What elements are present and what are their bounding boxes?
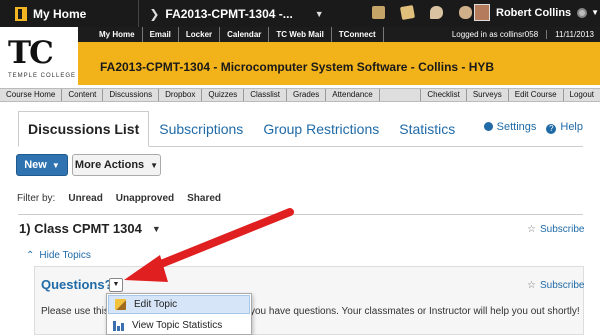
menu-item-edit-topic[interactable]: Edit Topic	[108, 295, 250, 314]
coursebar-item-quizzes[interactable]: Quizzes	[202, 89, 245, 101]
course-title: FA2013-CPMT-1304 - Microcomputer System …	[100, 60, 495, 74]
gear-icon	[483, 122, 493, 131]
course-navbar: Course Home Content Discussions Dropbox …	[0, 88, 600, 102]
chevron-down-icon: ▼	[51, 160, 60, 170]
more-actions-label: More Actions	[74, 159, 145, 171]
coursebar-item-course-home[interactable]: Course Home	[0, 89, 63, 101]
filter-shared[interactable]: Shared	[187, 193, 221, 204]
arrow-shaft	[142, 208, 294, 274]
tab-discussions-list[interactable]: Discussions List	[18, 111, 150, 147]
update-alerts-icon[interactable]	[399, 4, 416, 21]
nav-link-email[interactable]: Email	[143, 27, 179, 42]
forum-header: 1) Class CPMT 1304 ▼	[19, 221, 161, 236]
menu-item-label: View Topic Statistics	[132, 319, 223, 331]
filter-unread[interactable]: Unread	[68, 193, 102, 204]
topic-context-menu-button[interactable]: ▼	[109, 278, 123, 292]
forum-subscribe-label: Subscribe	[539, 224, 585, 235]
chevron-down-icon: ▼	[150, 160, 159, 170]
custom-navbar: My Home Email Locker Calendar TC Web Mai…	[78, 27, 600, 42]
topic-description-start: Please use this f	[41, 306, 115, 317]
filter-unapproved[interactable]: Unapproved	[116, 193, 174, 204]
forum-title[interactable]: 1) Class CPMT 1304	[19, 221, 142, 236]
new-button-label: New	[24, 159, 47, 171]
forum-subscribe-link[interactable]: ☆ Subscribe	[527, 224, 584, 235]
coursebar-item-attendance[interactable]: Attendance	[326, 89, 380, 101]
chat-icon[interactable]	[459, 6, 472, 19]
discussion-tabs: Discussions List Subscriptions Group Res…	[18, 111, 583, 147]
current-date: 11/11/2013	[546, 30, 600, 39]
coursebar-item-edit-course[interactable]: Edit Course	[509, 89, 564, 101]
avatar	[474, 4, 490, 21]
tab-group-restrictions[interactable]: Group Restrictions	[253, 111, 389, 146]
coursebar-item-grades[interactable]: Grades	[287, 89, 327, 101]
coursebar-item-discussions[interactable]: Discussions	[103, 89, 160, 101]
nav-link-tc-web-mail[interactable]: TC Web Mail	[269, 27, 332, 42]
gear-icon	[577, 7, 588, 18]
section-divider	[18, 214, 583, 215]
nav-link-locker[interactable]: Locker	[179, 27, 221, 42]
topic-subscribe-link[interactable]: ☆ Subscribe	[527, 280, 584, 291]
topic-context-menu: Edit Topic View Topic Statistics	[106, 293, 252, 335]
coursebar-item-checklist[interactable]: Checklist	[421, 89, 467, 101]
user-menu[interactable]: Robert Collins ▼	[474, 4, 599, 21]
star-icon: ☆	[527, 224, 536, 235]
nav-link-tconnect[interactable]: TConnect	[332, 27, 384, 42]
hide-topics-label: Hide Topics	[39, 250, 91, 261]
minibar: My Home ❯ FA2013-CPMT-1304 -... ▼ Robert…	[0, 0, 600, 27]
help-label: Help	[560, 121, 583, 133]
message-alerts-icon[interactable]	[372, 6, 385, 19]
coursebar-item-content[interactable]: Content	[62, 89, 104, 101]
chevron-up-icon: ⌃	[26, 250, 35, 261]
new-button[interactable]: New ▼	[16, 154, 68, 176]
coursebar-item-surveys[interactable]: Surveys	[467, 89, 509, 101]
course-selector[interactable]: FA2013-CPMT-1304 -...	[165, 7, 292, 21]
course-banner: TC TEMPLE COLLEGE My Home Email Locker C…	[0, 27, 600, 85]
topic-title[interactable]: Questions?	[41, 277, 113, 292]
settings-label: Settings	[496, 121, 537, 133]
coursebar-item-logout[interactable]: Logout	[564, 89, 600, 101]
bar-chart-icon	[113, 320, 124, 331]
filter-label: Filter by:	[17, 193, 56, 204]
logged-in-status: Logged in as collinsr058	[451, 30, 539, 39]
minibar-alerts	[372, 4, 472, 21]
help-link[interactable]: ? Help	[546, 121, 583, 134]
subscription-alerts-icon[interactable]	[430, 6, 443, 19]
my-home-link[interactable]: My Home	[33, 7, 86, 21]
college-logo: TC TEMPLE COLLEGE	[0, 27, 78, 85]
coursebar-item-dropbox[interactable]: Dropbox	[159, 89, 203, 101]
tab-statistics[interactable]: Statistics	[389, 111, 465, 146]
chevron-right-icon: ❯	[149, 6, 160, 21]
nav-link-calendar[interactable]: Calendar	[220, 27, 270, 42]
menu-item-view-topic-statistics[interactable]: View Topic Statistics	[107, 315, 251, 335]
topic-subscribe-label: Subscribe	[539, 280, 585, 291]
menu-item-label: Edit Topic	[134, 299, 178, 310]
more-actions-button[interactable]: More Actions ▼	[72, 154, 161, 176]
chevron-down-icon[interactable]: ▼	[315, 9, 324, 19]
logo-subtitle: TEMPLE COLLEGE	[8, 73, 77, 79]
coursebar-spacer	[380, 89, 422, 101]
tab-tools: Settings ? Help	[483, 121, 583, 134]
chevron-down-icon: ▼	[591, 8, 600, 17]
tab-subscriptions[interactable]: Subscriptions	[149, 111, 253, 146]
chevron-down-icon[interactable]: ▼	[152, 224, 161, 234]
help-icon: ?	[546, 124, 557, 134]
nav-link-my-home[interactable]: My Home	[78, 27, 143, 42]
settings-link[interactable]: Settings	[483, 121, 537, 134]
star-icon: ☆	[527, 280, 536, 291]
minibar-divider	[138, 0, 140, 27]
coursebar-item-classlist[interactable]: Classlist	[244, 89, 288, 101]
home-logo-icon[interactable]	[15, 6, 27, 21]
filter-bar: Filter by: Unread Unapproved Shared	[17, 193, 221, 204]
logo-text: TC	[8, 35, 54, 71]
pencil-icon	[115, 299, 126, 310]
hide-topics-link[interactable]: ⌃ Hide Topics	[26, 250, 91, 261]
user-name: Robert Collins	[496, 6, 572, 19]
topic-description-end: you have questions. Your classmates or I…	[250, 306, 580, 317]
